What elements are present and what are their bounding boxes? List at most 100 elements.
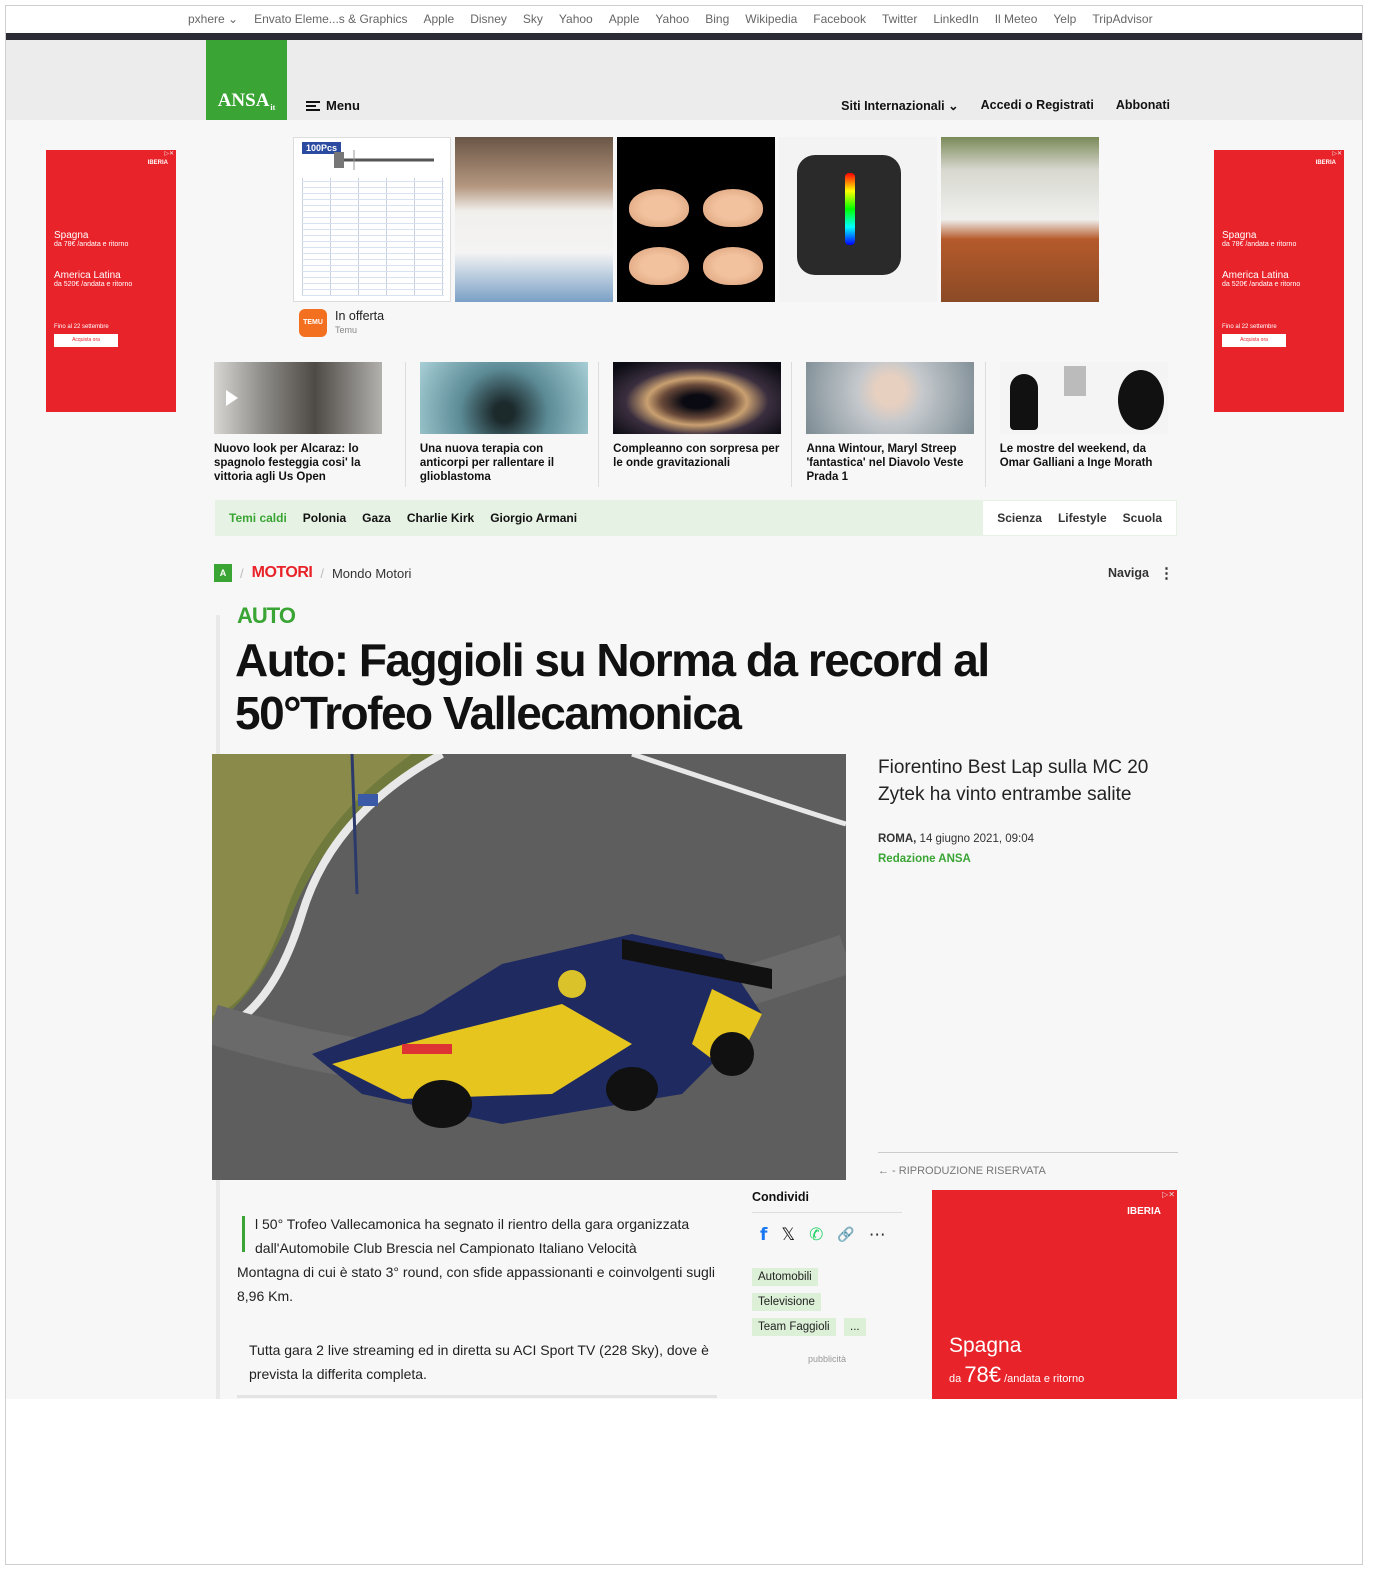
browser-viewport: pxhere ⌄ Envato Eleme...s & Graphics Apple… [5,5,1363,1565]
section-link-scienza[interactable]: Scienza [997,511,1042,525]
whatsapp-icon[interactable]: ✆ [809,1225,823,1245]
subscribe-link[interactable]: Abbonati [1116,98,1170,113]
menu-button[interactable]: Menu [306,98,360,113]
bookmark-item[interactable]: Twitter [882,12,917,26]
ad-price-prefix: da [949,1373,962,1385]
box-ad-iberia[interactable]: ▷✕ IBERIA Spagna da 78€ /andata e ritorn… [932,1190,1177,1399]
naviga-menu[interactable]: Naviga ⋮ [1108,564,1174,582]
intl-sites-dropdown[interactable]: Siti Internazionali ⌄ [841,98,958,113]
ansa-logo[interactable]: ANSA it [206,40,287,120]
ad-choices-icon[interactable]: ▷✕ [1162,1190,1175,1199]
bookmark-item[interactable]: pxhere ⌄ [188,12,238,26]
home-icon[interactable]: A [214,564,232,582]
news-title[interactable]: Compleanno con sorpresa per le onde grav… [613,442,783,470]
section-link-scuola[interactable]: Scuola [1123,511,1162,525]
bookmark-item[interactable]: Sky [523,12,543,26]
article-kicker[interactable]: AUTO [237,603,296,629]
bookmarks-bar: pxhere ⌄ Envato Eleme...s & Graphics Apple… [6,6,1362,32]
article-hero-image[interactable] [212,754,846,1180]
bookmark-item[interactable]: Envato Eleme...s & Graphics [254,12,407,26]
bookmark-item[interactable]: Apple [609,12,640,26]
ad-choices-icon[interactable]: ▷✕ [164,150,174,157]
link-icon[interactable]: 🔗 [837,1227,854,1243]
news-card[interactable]: Anna Wintour, Maryl Streep 'fantastica' … [791,362,984,487]
topic-link[interactable]: Gaza [362,511,391,525]
side-ad-right[interactable]: ▷✕ IBERIA Spagna da 78€ /andata e ritorn… [1214,150,1344,412]
ad-destination-1: Spagna [1222,230,1257,241]
topic-link[interactable]: Giorgio Armani [490,511,577,525]
news-title[interactable]: Anna Wintour, Maryl Streep 'fantastica' … [806,442,976,484]
ad-cta-button[interactable]: Acquista ora [1222,334,1286,347]
ad-destination-2: America Latina [1222,270,1289,281]
article-author[interactable]: Redazione ANSA [878,853,971,865]
play-icon [226,390,238,406]
article-paragraph: Tutta gara 2 live streaming ed in dirett… [249,1342,709,1382]
bookmark-item[interactable]: Apple [424,12,455,26]
news-title[interactable]: Nuovo look per Alcaraz: lo spagnolo fest… [214,442,384,484]
ad-offer-caption[interactable]: TEMU In offerta Temu [299,309,384,337]
bookmark-item[interactable]: Yahoo [655,12,689,26]
topic-link[interactable]: Charlie Kirk [407,511,474,525]
news-card[interactable]: Le mostre del weekend, da Omar Galliani … [984,362,1178,487]
bookmark-item[interactable]: Il Meteo [995,12,1038,26]
news-title[interactable]: Una nuova terapia con anticorpi per rall… [420,442,590,484]
breadcrumb-section[interactable]: MOTORI [252,564,313,582]
bookmark-item[interactable]: TripAdvisor [1092,12,1152,26]
tags-more-button[interactable]: ... [844,1318,866,1336]
article-subtitle: Fiorentino Best Lap sulla MC 20 Zytek ha… [878,757,1149,805]
bookmark-item[interactable]: Disney [470,12,507,26]
advertising-label: pubblicità [807,1354,847,1364]
offer-title: In offerta [335,309,385,323]
share-label: Condividi [752,1190,902,1213]
bookmark-item[interactable]: Wikipedia [745,12,797,26]
ad-cta-button[interactable]: Acquista ora [54,334,118,347]
tag-team-faggioli[interactable]: Team Faggioli [752,1318,836,1336]
news-card[interactable]: Nuovo look per Alcaraz: lo spagnolo fest… [212,362,405,487]
section-link-lifestyle[interactable]: Lifestyle [1058,511,1107,525]
toolbar-divider [6,33,1362,40]
news-thumbnail [419,362,588,434]
news-thumbnail [806,362,975,434]
ad-price-suffix: /andata e ritorno [1004,1373,1085,1385]
ad-image-woman[interactable] [455,137,613,302]
ad-image-pads[interactable] [617,137,775,302]
tag-list: Automobili Televisione Team Faggioli ... [752,1267,902,1336]
ad-image-roof[interactable] [941,137,1099,302]
topic-link[interactable]: Polonia [303,511,346,525]
bookmark-item[interactable]: LinkedIn [933,12,978,26]
dateline-place: ROMA, [878,833,917,845]
login-link[interactable]: Accedi o Registrati [981,98,1094,113]
paragraph-continuation: Montagna di cui è stato 3° round, con sf… [237,1264,716,1304]
hot-topics-bar: Temi caldi Polonia Gaza Charlie Kirk Gio… [215,500,1177,536]
ad-choices-icon[interactable]: ▷✕ [1332,150,1342,157]
paragraph-lead: l 50° Trofeo Vallecamonica ha segnato il… [255,1216,690,1256]
tag-televisione[interactable]: Televisione [752,1293,821,1311]
top-product-ad[interactable]: ▷✕ 100Pcs TEMU [293,137,1099,337]
hot-topics-label: Temi caldi [229,511,287,525]
x-twitter-icon[interactable]: 𝕏 [781,1225,795,1245]
ad-deadline: Fino al 22 settembre [1222,324,1277,330]
news-card[interactable]: Una nuova terapia con anticorpi per rall… [404,362,598,487]
more-icon[interactable]: ⋯ [869,1225,886,1245]
hamburger-icon [306,100,320,111]
article-paragraph: l 50° Trofeo Vallecamonica ha segnato il… [237,1212,727,1308]
bookmark-item[interactable]: Yahoo [559,12,593,26]
news-thumbnail [613,362,782,434]
news-card[interactable]: Compleanno con sorpresa per le onde grav… [598,362,791,487]
ad-image-size-table[interactable]: 100Pcs [293,137,451,302]
ad-image-car-charger[interactable] [779,137,937,302]
section-links: Scienza Lifestyle Scuola [982,500,1177,536]
side-ad-left[interactable]: ▷✕ IBERIA Spagna da 78€ /andata e ritorn… [46,150,176,412]
ad-destination-2: America Latina [54,270,121,281]
breadcrumb-subsection[interactable]: Mondo Motori [332,566,411,581]
bookmark-item[interactable]: Bing [705,12,729,26]
facebook-icon[interactable]: f [760,1225,767,1245]
tag-automobili[interactable]: Automobili [752,1268,818,1286]
ad-destination-1: Spagna [54,230,89,241]
breadcrumb: A / MOTORI / Mondo Motori Naviga ⋮ [214,562,1178,584]
article-dateline: ROMA, 14 giugno 2021, 09:04 [878,833,1034,845]
news-title[interactable]: Le mostre del weekend, da Omar Galliani … [1000,442,1170,470]
bookmark-item[interactable]: Facebook [813,12,866,26]
bookmark-item[interactable]: Yelp [1053,12,1076,26]
ad-price-2: da 520€ /andata e ritorno [54,281,133,288]
